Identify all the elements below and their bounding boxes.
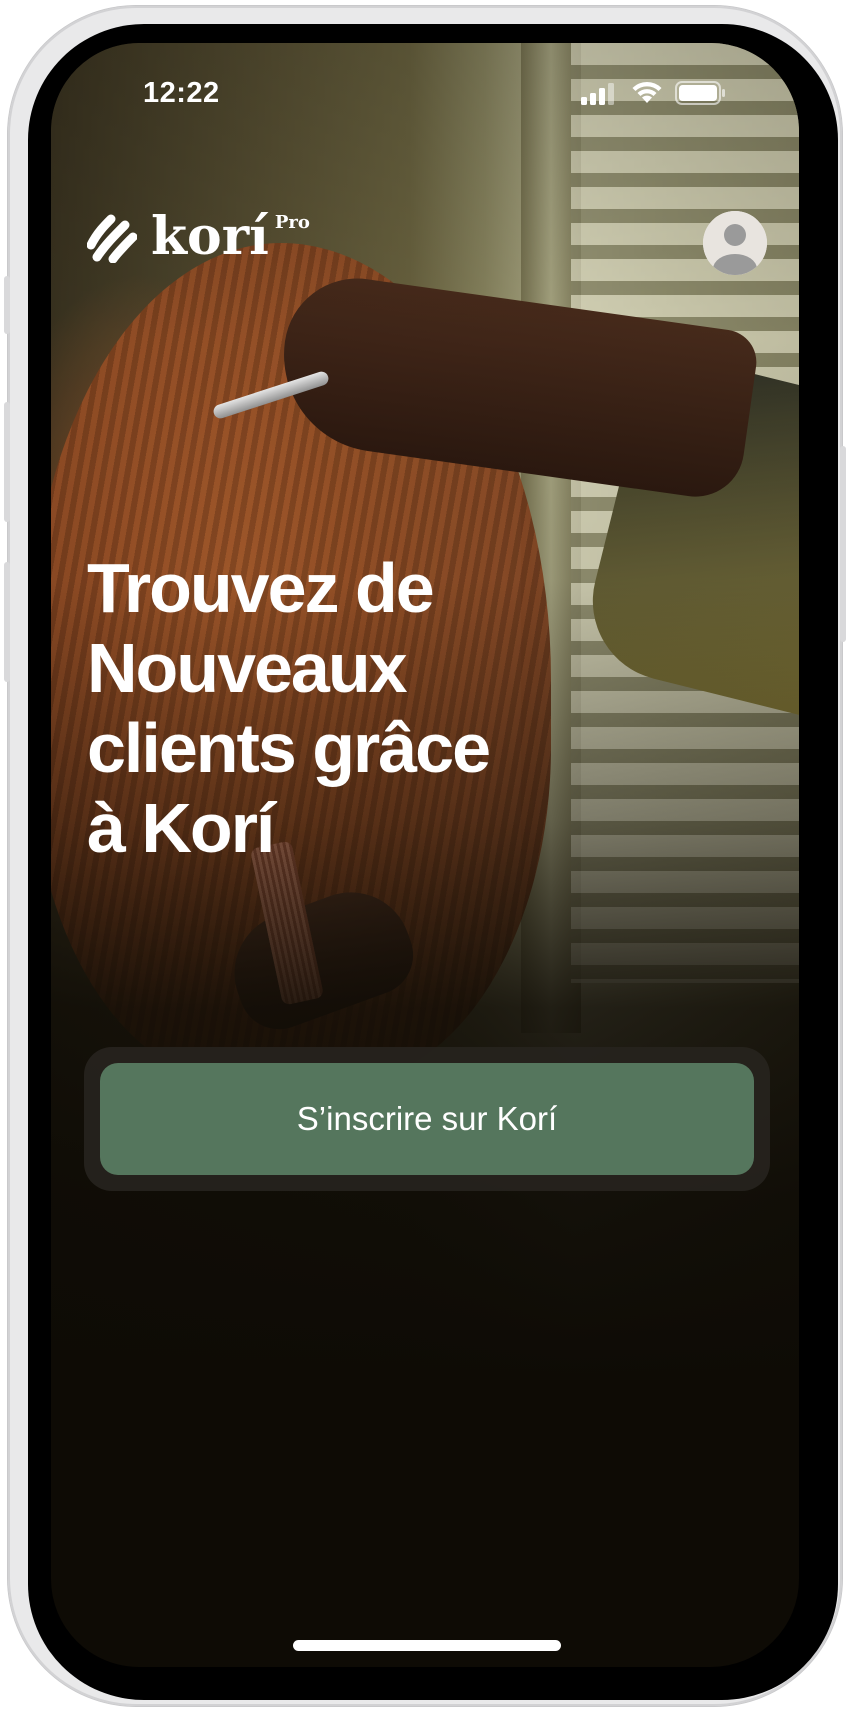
volume-down-button <box>4 402 10 522</box>
wifi-icon <box>632 81 662 103</box>
status-time: 12:22 <box>143 77 220 109</box>
silent-switch <box>4 562 10 682</box>
signup-button[interactable]: S’inscrire sur Korí <box>100 1063 754 1175</box>
kori-pro-logo[interactable]: korí Pro <box>87 203 310 263</box>
status-bar: 12:22 <box>51 43 799 143</box>
home-indicator[interactable] <box>293 1640 561 1651</box>
power-button <box>840 446 846 642</box>
app-header: korí Pro <box>51 173 799 275</box>
hero-headline-line: clients grâce <box>87 709 491 787</box>
app-screen: 12:22 korí Pro Trouvez de Nouveaux clien… <box>51 43 799 1667</box>
signup-button-container: S’inscrire sur Korí <box>84 1047 770 1191</box>
volume-up-button <box>4 276 10 334</box>
user-avatar-icon <box>703 211 767 275</box>
logo-wordmark: korí <box>151 206 269 267</box>
status-icons <box>581 79 731 109</box>
profile-avatar-button[interactable] <box>703 211 767 275</box>
hero-headline: Trouvez de Nouveaux clients grâce à Korí <box>87 548 647 868</box>
battery-icon <box>675 81 725 105</box>
hero-headline-line: Trouvez de <box>87 549 435 627</box>
cellular-signal-icon <box>581 83 614 105</box>
kori-logo-mark-icon <box>87 214 137 263</box>
logo-pro-badge: Pro <box>274 212 310 233</box>
hero-headline-line: Nouveaux <box>87 629 408 707</box>
hero-headline-line: à Korí <box>87 789 275 867</box>
